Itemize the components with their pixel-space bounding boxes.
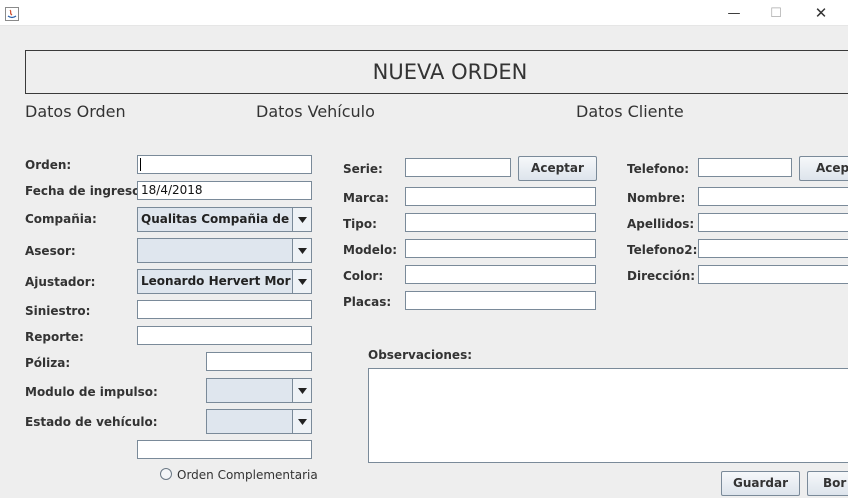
guardar-button[interactable]: Guardar xyxy=(721,471,800,496)
telefono-input[interactable] xyxy=(698,158,792,177)
maximize-button[interactable]: ☐ xyxy=(753,0,799,26)
orden-label: Orden: xyxy=(25,158,72,172)
apellidos-input[interactable] xyxy=(698,213,848,232)
estado-vehiculo-label: Estado de vehículo: xyxy=(25,415,158,429)
section-title-orden: Datos Orden xyxy=(25,102,126,121)
section-title-cliente: Datos Cliente xyxy=(576,102,684,121)
close-icon: ✕ xyxy=(814,4,828,22)
nombre-input[interactable] xyxy=(698,187,848,206)
estado-vehiculo-select[interactable] xyxy=(206,409,312,434)
orden-complementaria-label[interactable]: Orden Complementaria xyxy=(177,468,318,482)
aceptar-telefono-button[interactable]: Acep xyxy=(799,156,848,181)
reporte-input[interactable] xyxy=(137,326,312,345)
compania-label: Compañia: xyxy=(25,212,97,226)
telefono2-input[interactable] xyxy=(698,239,848,258)
marca-label: Marca: xyxy=(343,191,389,205)
compania-selected-value: Qualitas Compañia de Se... xyxy=(140,210,291,229)
poliza-input[interactable] xyxy=(206,352,312,371)
modulo-impulso-select[interactable] xyxy=(206,378,312,403)
minimize-icon: — xyxy=(727,5,741,21)
direccion-label: Dirección: xyxy=(627,269,696,283)
color-input[interactable] xyxy=(405,265,596,284)
minimize-button[interactable]: — xyxy=(711,0,757,26)
estado-vehiculo-selected-value xyxy=(209,412,291,431)
chevron-down-icon[interactable] xyxy=(292,379,311,402)
chevron-down-icon[interactable] xyxy=(292,410,311,433)
ajustador-label: Ajustador: xyxy=(25,275,96,289)
tipo-input[interactable] xyxy=(405,213,596,232)
chevron-down-icon[interactable] xyxy=(292,208,311,231)
aceptar-serie-button[interactable]: Aceptar xyxy=(518,156,597,181)
maximize-icon: ☐ xyxy=(770,5,782,21)
java-app-icon xyxy=(5,6,19,21)
chevron-down-icon[interactable] xyxy=(292,239,311,262)
poliza-label: Póliza: xyxy=(25,356,71,370)
orden-complementaria-radio[interactable] xyxy=(160,468,172,480)
text-caret xyxy=(140,158,141,171)
modulo-impulso-label: Modulo de impulso: xyxy=(25,385,158,399)
asesor-label: Asesor: xyxy=(25,244,76,258)
observaciones-label: Observaciones: xyxy=(368,348,473,362)
section-title-vehiculo: Datos Vehículo xyxy=(256,102,375,121)
modelo-label: Modelo: xyxy=(343,243,398,257)
asesor-selected-value xyxy=(140,241,291,260)
marca-input[interactable] xyxy=(405,187,596,206)
nombre-label: Nombre: xyxy=(627,191,686,205)
serie-input[interactable] xyxy=(405,158,511,177)
modelo-input[interactable] xyxy=(405,239,596,258)
chevron-down-icon[interactable] xyxy=(292,270,311,293)
tipo-label: Tipo: xyxy=(343,217,377,231)
ajustador-select[interactable]: Leonardo Hervert Morales xyxy=(137,269,312,294)
modulo-impulso-selected-value xyxy=(209,381,291,400)
apellidos-label: Apellidos: xyxy=(627,217,695,231)
borrar-button[interactable]: Bor xyxy=(807,471,848,496)
reporte-label: Reporte: xyxy=(25,330,84,344)
siniestro-label: Siniestro: xyxy=(25,304,91,318)
fecha-ingreso-input[interactable]: 18/4/2018 xyxy=(137,181,312,200)
fecha-ingreso-label: Fecha de ingreso: xyxy=(25,184,146,198)
ajustador-selected-value: Leonardo Hervert Morales xyxy=(140,272,291,291)
placas-input[interactable] xyxy=(405,291,596,310)
page-title: NUEVA ORDEN xyxy=(372,60,528,84)
observaciones-textarea[interactable] xyxy=(368,368,848,463)
direccion-input[interactable] xyxy=(698,265,848,284)
orden-input[interactable] xyxy=(137,155,312,174)
asesor-select[interactable] xyxy=(137,238,312,263)
placas-label: Placas: xyxy=(343,295,392,309)
serie-label: Serie: xyxy=(343,162,383,176)
extra-input[interactable] xyxy=(137,440,312,459)
siniestro-input[interactable] xyxy=(137,300,312,319)
color-label: Color: xyxy=(343,269,384,283)
telefono-label: Telefono: xyxy=(627,162,690,176)
compania-select[interactable]: Qualitas Compañia de Se... xyxy=(137,207,312,232)
close-button[interactable]: ✕ xyxy=(798,0,844,26)
telefono2-label: Telefono2: xyxy=(627,243,698,257)
